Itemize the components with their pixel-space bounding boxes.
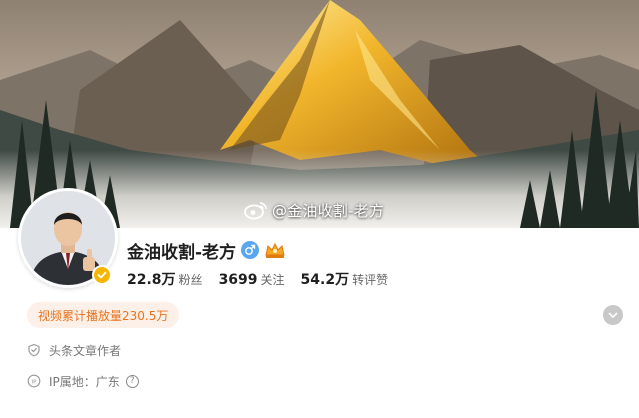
video-play-count-badge: 视频累计播放量230.5万 xyxy=(27,302,180,328)
level-crown-icon[interactable] xyxy=(264,241,286,259)
help-icon[interactable]: ? xyxy=(125,374,139,388)
stat-value: 22.8万 xyxy=(127,272,176,288)
author-label: 头条文章作者 xyxy=(49,343,122,358)
banner-watermark: @金油收割-老方 xyxy=(244,197,384,223)
stat-label: 转评赞 xyxy=(352,273,389,287)
ip-location-icon: IP xyxy=(27,374,41,388)
weibo-logo-icon xyxy=(244,200,268,220)
stat-label: 关注 xyxy=(260,273,285,287)
stat-value: 54.2万 xyxy=(300,272,350,288)
verified-badge-icon xyxy=(92,265,112,285)
svg-text:IP: IP xyxy=(31,379,37,385)
watermark-handle: @金油收割-老方 xyxy=(272,201,385,220)
stat-followers[interactable]: 22.8万 粉丝 xyxy=(127,269,203,289)
male-icon xyxy=(241,241,260,259)
stat-value: 3699 xyxy=(218,272,258,288)
stat-label: 粉丝 xyxy=(178,273,203,287)
ip-location-label: IP属地：广东 xyxy=(49,374,120,389)
banner-image xyxy=(0,0,639,228)
shield-icon xyxy=(27,343,41,357)
profile-name: 金油收割-老方 xyxy=(127,242,237,263)
profile-banner: @金油收割-老方 xyxy=(0,0,639,228)
profile-stats: 22.8万 粉丝 3699 关注 54.2万 转评赞 xyxy=(127,269,404,289)
stat-following[interactable]: 3699 关注 xyxy=(219,271,285,288)
stat-reposts-comments-likes[interactable]: 54.2万 转评赞 xyxy=(301,269,389,289)
profile-name-row: 金油收割-老方 xyxy=(127,237,286,263)
expand-profile-button[interactable] xyxy=(603,305,623,325)
ip-location-row: IP IP属地：广东 ? xyxy=(27,371,139,391)
chevron-down-icon xyxy=(608,312,618,318)
author-info-row: 头条文章作者 xyxy=(27,340,121,360)
